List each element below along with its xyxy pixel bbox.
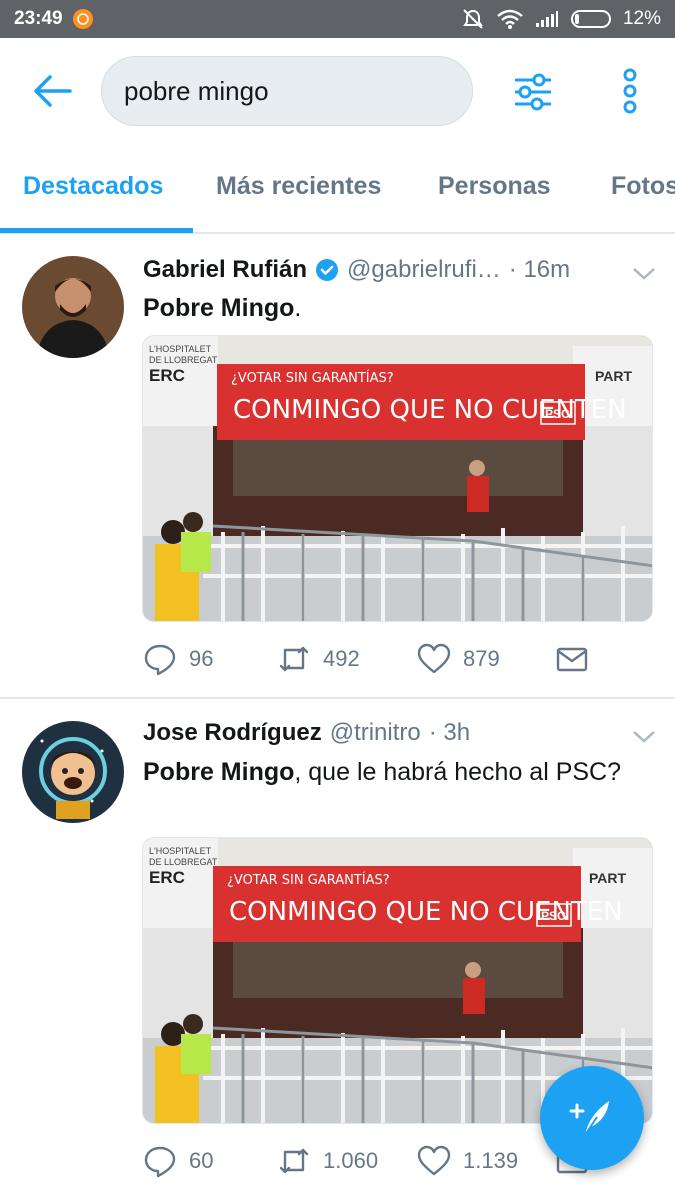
banner-party: PSC [541, 909, 566, 923]
banner-top: ¿VOTAR SIN GARANTÍAS? [231, 370, 394, 386]
author-name[interactable]: Jose Rodríguez [143, 719, 322, 747]
author-handle[interactable]: @gabrielrufi… [347, 256, 501, 284]
tweet-header: Jose Rodríguez @trinitro · 3h [143, 719, 470, 747]
tweet-time: · 16m [508, 256, 571, 283]
search-query: pobre mingo [124, 75, 269, 106]
avatar[interactable] [22, 256, 124, 358]
sign-left-line1: L'HOSPITALET [149, 846, 212, 856]
signal-icon [535, 11, 558, 27]
search-input[interactable]: pobre mingo [101, 56, 473, 126]
chevron-down-icon[interactable] [630, 727, 658, 747]
heart-icon [417, 643, 451, 674]
avatar[interactable] [22, 721, 124, 823]
sign-right: PART [595, 368, 633, 384]
active-tab-indicator [0, 228, 193, 233]
tweet-image[interactable]: L'HOSPITALET DE LLOBREGAT ERC PART ¿VOTA… [142, 335, 653, 622]
reply-count: 96 [189, 646, 214, 671]
battery-percent: 12% [622, 8, 661, 29]
search-tabs: Destacados Más recientes Personas Fotos [0, 144, 675, 234]
compose-tweet-button[interactable] [540, 1066, 644, 1170]
more-options-icon[interactable] [612, 68, 648, 114]
reply-button[interactable]: 96 [143, 642, 213, 676]
like-button[interactable]: 1.139 [417, 1144, 518, 1178]
tweet-time: · 3h [428, 719, 471, 746]
like-count: 1.139 [463, 1148, 519, 1173]
tweet-text-rest: . [294, 294, 302, 322]
tweet-text-bold: Pobre Mingo [143, 294, 295, 322]
battery-icon [570, 10, 611, 28]
retweet-button[interactable]: 492 [277, 642, 360, 676]
retweet-icon [279, 1148, 309, 1174]
sign-left-line2: DE LLOBREGAT [149, 857, 218, 867]
tweet-text: Pobre Mingo, que le habrá hecho al PSC? [143, 754, 643, 790]
tweet-actions: 96 492 879 [143, 642, 643, 682]
retweet-count: 1.060 [323, 1148, 379, 1173]
like-count: 879 [463, 646, 500, 671]
retweet-button[interactable]: 1.060 [277, 1144, 378, 1178]
tweet-text-bold: Pobre Mingo [143, 758, 295, 786]
retweet-count: 492 [323, 646, 360, 671]
share-button[interactable] [555, 642, 589, 676]
sign-left-line3: ERC [149, 868, 185, 887]
tab-destacados[interactable]: Destacados [23, 172, 163, 201]
heart-icon [417, 1145, 451, 1176]
sign-left-line1: L'HOSPITALET [149, 344, 212, 354]
verified-badge-icon [316, 259, 339, 281]
tab-fotos[interactable]: Fotos [611, 172, 675, 201]
tweet-text-rest: , que le habrá hecho al PSC? [294, 758, 622, 786]
author-name[interactable]: Gabriel Rufián [143, 256, 307, 284]
mail-icon [556, 647, 588, 672]
reply-icon [144, 1146, 176, 1178]
mute-icon [463, 9, 483, 29]
back-arrow-icon[interactable] [30, 71, 74, 111]
event-tent-photo: L'HOSPITALET DE LLOBREGAT ERC PART ¿VOTA… [143, 336, 652, 621]
banner-top: ¿VOTAR SIN GARANTÍAS? [227, 872, 390, 888]
tweet-header: Gabriel Rufián @gabrielrufi… · 16m [143, 256, 570, 284]
tweet-text: Pobre Mingo. [143, 290, 643, 326]
sign-left-line3: ERC [149, 366, 185, 385]
author-handle[interactable]: @trinitro [330, 719, 421, 747]
reply-count: 60 [189, 1148, 214, 1173]
sign-right: PART [589, 870, 627, 886]
like-button[interactable]: 879 [417, 642, 500, 676]
reply-icon [144, 644, 176, 676]
whatsapp-icon [72, 9, 93, 29]
chevron-down-icon[interactable] [630, 264, 658, 284]
status-time: 23:49 [14, 8, 63, 29]
filter-icon[interactable] [511, 72, 555, 112]
retweet-icon [279, 646, 309, 672]
banner-party: PSC [545, 407, 570, 421]
wifi-icon [497, 9, 523, 29]
tab-personas[interactable]: Personas [438, 172, 551, 201]
tab-mas-recientes[interactable]: Más recientes [216, 172, 381, 201]
search-header: pobre mingo [0, 38, 675, 144]
reply-button[interactable]: 60 [143, 1144, 213, 1178]
sign-left-line2: DE LLOBREGAT [149, 355, 218, 365]
compose-feather-icon [569, 1101, 609, 1136]
status-bar: 23:49 12% [0, 0, 675, 38]
tweet-card[interactable]: Gabriel Rufián @gabrielrufi… · 16m Pobre… [0, 236, 675, 697]
